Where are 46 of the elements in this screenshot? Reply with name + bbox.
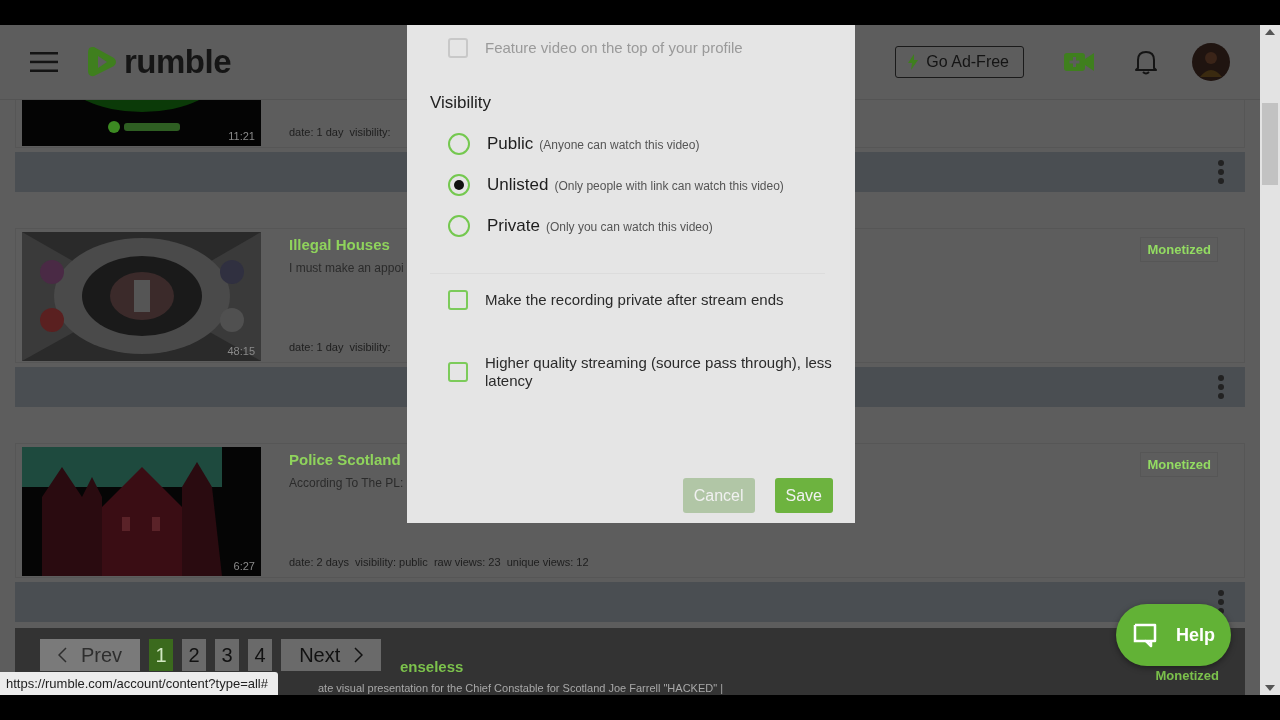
status-url: https://rumble.com/account/content?type=all# (0, 672, 278, 695)
duration-label: 48:15 (227, 345, 255, 357)
save-button[interactable]: Save (774, 478, 833, 513)
chat-icon (1132, 622, 1158, 648)
logo-text: rumble (124, 43, 232, 81)
more-options-icon[interactable] (1217, 589, 1225, 615)
checkbox[interactable] (448, 362, 468, 382)
duration-label: 6:27 (233, 560, 255, 572)
section-title: Visibility (430, 93, 493, 113)
video-meta: date: 1 day visibility: (289, 126, 392, 138)
video-description: ate visual presentation for the Chief Constable for Scotland Joe Farrell "HACKED" | (318, 682, 724, 694)
radio-label: Private (Only you can watch this video) (487, 216, 713, 236)
video-meta: date: 1 day visibility: (289, 341, 392, 353)
video-camera-plus-icon[interactable] (1064, 53, 1094, 71)
video-meta: date: 2 days visibility: public raw views: 23 unique views: 12 (289, 556, 590, 568)
radio-label: Unlisted (Only people with link can watch this video) (487, 175, 784, 195)
menu-icon[interactable] (30, 52, 58, 72)
next-button[interactable]: Next (281, 639, 382, 671)
option-label: Higher quality streaming (source pass through), less latency (485, 354, 833, 390)
scroll-up-icon[interactable] (1265, 29, 1275, 35)
scroll-down-icon[interactable] (1265, 685, 1275, 691)
radio-button[interactable] (448, 215, 470, 237)
chevron-right-icon (354, 647, 364, 663)
page-button[interactable]: 4 (248, 639, 273, 671)
play-logo-icon (86, 45, 118, 79)
scrollbar-thumb[interactable] (1262, 103, 1278, 185)
lightning-icon (908, 54, 919, 70)
prev-button[interactable]: Prev (40, 639, 141, 671)
avatar[interactable] (1192, 43, 1230, 81)
checkbox[interactable] (448, 290, 468, 310)
video-title[interactable]: enseless (400, 658, 464, 675)
go-ad-free-button[interactable]: Go Ad-Free (895, 46, 1024, 78)
monetized-badge: Monetized (1140, 452, 1218, 477)
page-button[interactable]: 2 (182, 639, 207, 671)
page-button[interactable]: 1 (149, 639, 174, 671)
monetized-badge: Monetized (1140, 237, 1218, 262)
monetized-label: Monetized (1155, 668, 1219, 683)
radio-label: Public (Anyone can watch this video) (487, 134, 700, 154)
page-button[interactable]: 3 (215, 639, 240, 671)
bell-icon[interactable] (1134, 49, 1158, 75)
duration-label: 11:21 (228, 130, 255, 142)
option-label: Feature video on the top of your profile (485, 39, 743, 57)
chevron-left-icon (58, 647, 67, 663)
option-label: Make the recording private after stream ends (485, 291, 784, 309)
radio-button[interactable] (448, 133, 470, 155)
radio-button[interactable] (448, 174, 470, 196)
